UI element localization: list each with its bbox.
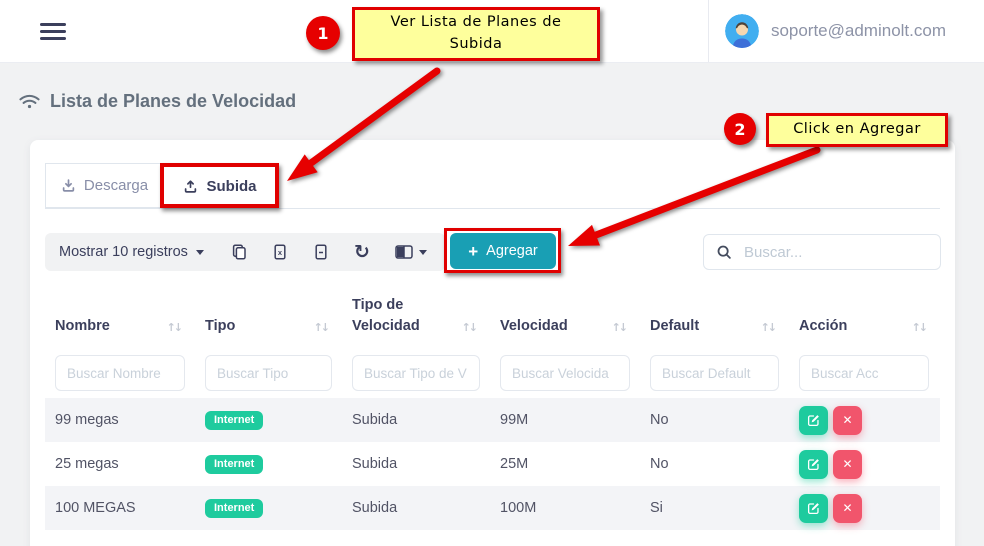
delete-button[interactable]: ✕ (833, 450, 862, 479)
tipo-badge: Internet (205, 499, 263, 518)
sort-icon: ↑↓ (314, 320, 328, 336)
cell-default: No (640, 398, 789, 442)
filter-velocidad-input[interactable] (500, 355, 630, 391)
copy-button[interactable] (231, 244, 247, 260)
filter-tipo-velocidad-input[interactable] (352, 355, 480, 391)
plus-icon: + (468, 243, 478, 260)
columns-icon (395, 245, 413, 259)
sort-icon: ↑↓ (612, 320, 626, 336)
tab-descarga[interactable]: Descarga (45, 163, 163, 208)
download-icon (61, 178, 76, 193)
page-length-label: Mostrar 10 registros (59, 244, 188, 260)
cell-tipo-velocidad: Subida (342, 442, 490, 486)
copy-icon (231, 244, 247, 260)
excel-file-icon: x (272, 244, 288, 261)
cell-velocidad: 100M (490, 486, 640, 530)
cell-velocidad: 25M (490, 442, 640, 486)
sort-icon: ↑↓ (167, 320, 181, 336)
column-header-tipo[interactable]: Tipo ↑↓ (195, 285, 342, 347)
cell-nombre: 100 MEGAS (45, 486, 195, 530)
column-header-default[interactable]: Default ↑↓ (640, 285, 789, 347)
add-button[interactable]: + Agregar (450, 233, 556, 269)
export-buttons: x ↻ (231, 244, 427, 261)
cell-default: No (640, 442, 789, 486)
table-row: 100 MEGAS Internet Subida 100M Si ✕ (45, 486, 940, 530)
cell-nombre: 99 megas (45, 398, 195, 442)
refresh-icon: ↻ (354, 244, 370, 261)
tipo-badge: Internet (205, 455, 263, 474)
column-visibility-button[interactable] (395, 245, 427, 259)
edit-button[interactable] (799, 494, 828, 523)
column-header-tipo-velocidad[interactable]: Tipo de Velocidad ↑↓ (342, 285, 490, 347)
svg-text:x: x (278, 248, 283, 257)
upload-icon (183, 179, 198, 194)
top-navbar: soporte@adminolt.com (0, 0, 984, 63)
plans-table: Nombre ↑↓ Tipo ↑↓ Tipo de Velocidad ↑↓ V… (45, 285, 940, 530)
delete-button[interactable]: ✕ (833, 494, 862, 523)
tipo-badge: Internet (205, 411, 263, 430)
add-button-label: Agregar (486, 243, 538, 259)
column-header-nombre[interactable]: Nombre ↑↓ (45, 285, 195, 347)
edit-button[interactable] (799, 406, 828, 435)
caret-down-icon (196, 250, 204, 255)
file-icon (313, 244, 329, 261)
search-icon (716, 244, 732, 260)
sort-icon: ↑↓ (462, 320, 476, 336)
table-filter-row (45, 347, 940, 398)
sort-icon: ↑↓ (912, 320, 926, 336)
tab-subida[interactable]: Subida (163, 163, 277, 208)
filter-nombre-input[interactable] (55, 355, 185, 391)
x-icon: ✕ (842, 501, 852, 515)
user-email: soporte@adminolt.com (771, 21, 946, 41)
refresh-button[interactable]: ↻ (354, 244, 370, 261)
edit-pencil-icon (807, 502, 820, 515)
caret-down-icon (419, 250, 427, 255)
search-box (703, 234, 941, 270)
wifi-icon (18, 90, 41, 113)
user-menu[interactable]: soporte@adminolt.com (708, 0, 984, 62)
app-window: soporte@adminolt.com Lista de Planes de … (0, 0, 984, 546)
tab-descarga-label: Descarga (84, 177, 148, 194)
cell-default: Si (640, 486, 789, 530)
filter-accion-input[interactable] (799, 355, 929, 391)
edit-button[interactable] (799, 450, 828, 479)
table-row: 25 megas Internet Subida 25M No ✕ (45, 442, 940, 486)
tab-subida-label: Subida (206, 178, 256, 195)
edit-pencil-icon (807, 458, 820, 471)
page-title-row: Lista de Planes de Velocidad (18, 90, 296, 113)
x-icon: ✕ (842, 413, 852, 427)
table-header-row: Nombre ↑↓ Tipo ↑↓ Tipo de Velocidad ↑↓ V… (45, 285, 940, 347)
page-title: Lista de Planes de Velocidad (50, 91, 296, 112)
column-header-velocidad[interactable]: Velocidad ↑↓ (490, 285, 640, 347)
plans-card: Descarga Subida Mostrar 10 registros (30, 140, 955, 546)
delete-button[interactable]: ✕ (833, 406, 862, 435)
x-icon: ✕ (842, 457, 852, 471)
file-export-button[interactable] (313, 244, 329, 261)
edit-pencil-icon (807, 414, 820, 427)
cell-tipo-velocidad: Subida (342, 486, 490, 530)
filter-tipo-input[interactable] (205, 355, 332, 391)
tab-bar: Descarga Subida (45, 163, 940, 209)
column-header-accion[interactable]: Acción ↑↓ (789, 285, 940, 347)
table-row: 99 megas Internet Subida 99M No ✕ (45, 398, 940, 442)
table-toolbar: Mostrar 10 registros x (45, 233, 445, 271)
cell-nombre: 25 megas (45, 442, 195, 486)
search-input[interactable] (742, 243, 945, 262)
cell-velocidad: 99M (490, 398, 640, 442)
hamburger-menu-icon[interactable] (40, 19, 66, 44)
page-length-dropdown[interactable]: Mostrar 10 registros (59, 244, 204, 260)
filter-default-input[interactable] (650, 355, 779, 391)
sort-icon: ↑↓ (761, 320, 775, 336)
user-avatar-icon (725, 14, 759, 48)
cell-tipo-velocidad: Subida (342, 398, 490, 442)
excel-export-button[interactable]: x (272, 244, 288, 261)
